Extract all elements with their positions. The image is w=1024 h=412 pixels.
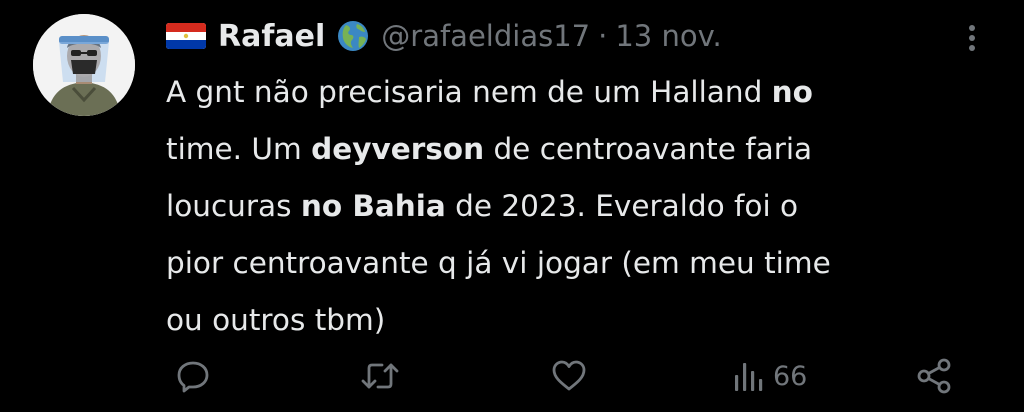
tweet-text-line: ou outros tbm) bbox=[166, 292, 966, 349]
tweet-text-segment: de centroavante faria bbox=[484, 132, 813, 166]
tweet[interactable]: Rafael @rafaeldias17 · 13 nov. A gnt não… bbox=[0, 0, 1024, 412]
more-vertical-icon[interactable] bbox=[960, 20, 984, 56]
tweet-date[interactable]: 13 nov. bbox=[615, 19, 721, 53]
tweet-text-bold-segment: deyverson bbox=[311, 132, 485, 166]
action-bar: 66 bbox=[0, 350, 1024, 402]
paraguay-flag-icon bbox=[166, 23, 206, 49]
share-button[interactable] bbox=[916, 350, 954, 402]
tweet-text-segment: de 2023. Everaldo foi o bbox=[445, 189, 799, 223]
views-button[interactable]: 66 bbox=[733, 350, 807, 402]
reply-bubble-icon bbox=[176, 359, 210, 393]
separator-dot: · bbox=[598, 19, 608, 53]
like-button[interactable] bbox=[551, 350, 587, 402]
tweet-header: Rafael @rafaeldias17 · 13 nov. bbox=[166, 14, 722, 58]
tweet-text-line: pior centroavante q já vi jogar (em meu … bbox=[166, 235, 966, 292]
tweet-text-line: loucuras no Bahia de 2023. Everaldo foi … bbox=[166, 178, 966, 235]
avatar-photo bbox=[33, 14, 135, 116]
reply-button[interactable] bbox=[176, 350, 210, 402]
tweet-text-bold-segment: no bbox=[771, 75, 813, 109]
views-bar-chart-icon bbox=[733, 359, 763, 393]
tweet-text-segment: pior centroavante q já vi jogar (em meu … bbox=[166, 246, 831, 280]
display-name[interactable]: Rafael bbox=[218, 19, 325, 54]
globe-americas-icon bbox=[337, 20, 369, 52]
user-handle[interactable]: @rafaeldias17 bbox=[381, 19, 590, 53]
views-count: 66 bbox=[773, 360, 808, 392]
tweet-text-segment: loucuras bbox=[166, 189, 301, 223]
share-icon bbox=[916, 358, 954, 394]
heart-icon bbox=[551, 359, 587, 393]
tweet-text-segment: time. Um bbox=[166, 132, 312, 166]
retweet-icon bbox=[360, 359, 400, 393]
retweet-button[interactable] bbox=[360, 350, 400, 402]
tweet-text-line: A gnt não precisaria nem de um Halland n… bbox=[166, 64, 966, 121]
tweet-text-line: time. Um deyverson de centroavante faria bbox=[166, 121, 966, 178]
avatar[interactable] bbox=[33, 14, 135, 116]
tweet-text-bold-segment: no Bahia bbox=[300, 189, 446, 223]
tweet-text: A gnt não precisaria nem de um Halland n… bbox=[166, 64, 966, 349]
tweet-text-segment: ou outros tbm) bbox=[166, 303, 386, 337]
tweet-text-segment: A gnt não precisaria nem de um Halland bbox=[166, 75, 772, 109]
